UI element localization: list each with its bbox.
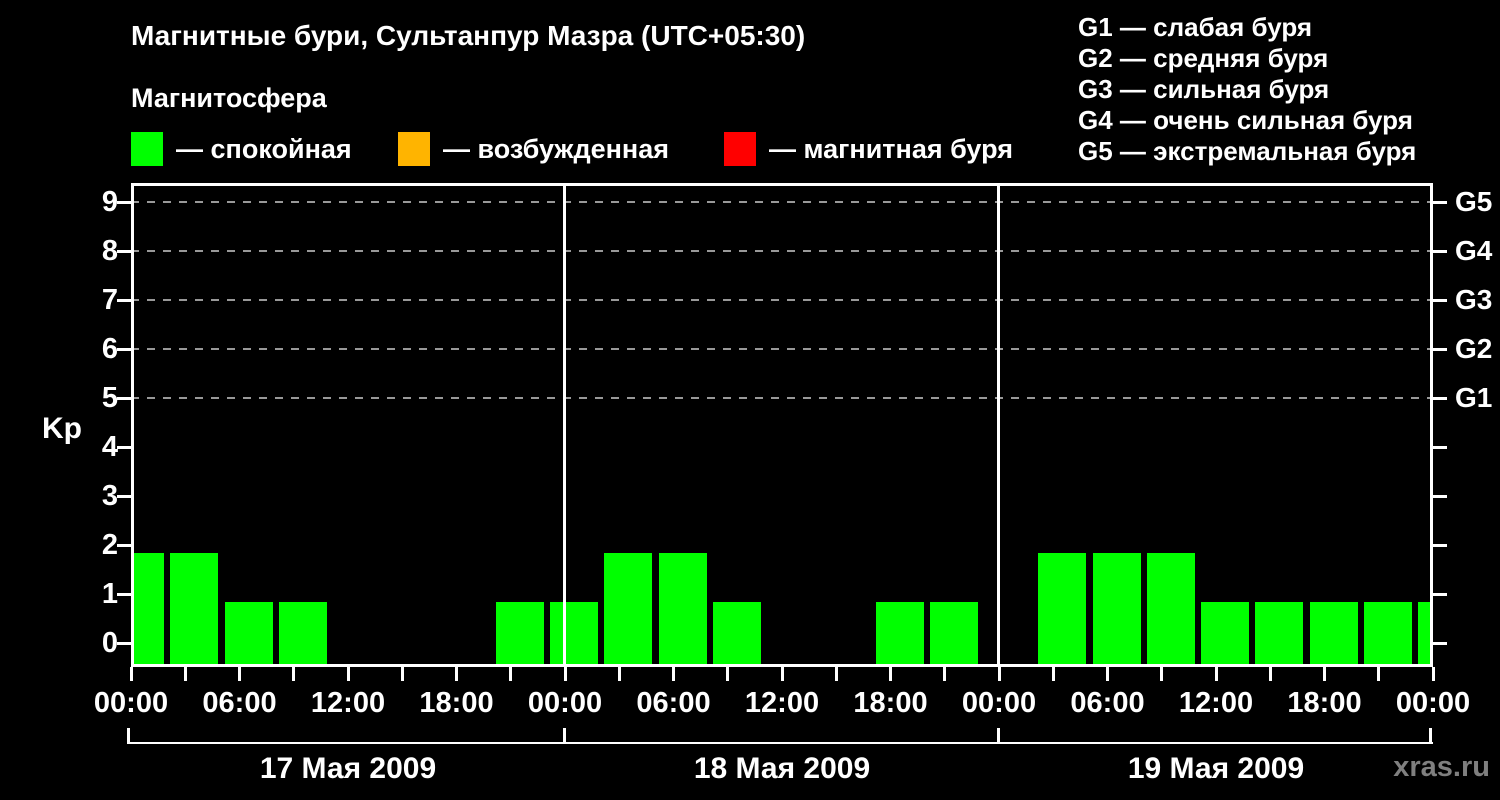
x-tick <box>1431 667 1435 681</box>
y-tick-right <box>1433 299 1447 302</box>
g-level-label: G3 <box>1455 284 1493 315</box>
date-axis-line <box>127 742 1433 744</box>
date-axis-tick <box>1429 728 1432 744</box>
y-tick-label: 9 <box>101 186 118 218</box>
xras-watermark[interactable]: xras.ru <box>1330 751 1490 784</box>
x-tick-label: 18:00 <box>853 687 928 719</box>
x-tick <box>726 667 730 681</box>
y-tick-right <box>1433 642 1447 645</box>
y-tick-left <box>117 299 131 302</box>
y-tick-label: 8 <box>101 235 118 267</box>
x-tick-label: 12:00 <box>310 687 386 719</box>
y-tick-right <box>1433 397 1447 400</box>
date-axis-tick <box>563 728 566 744</box>
y-tick-label: 4 <box>101 431 118 463</box>
x-tick <box>1377 667 1381 681</box>
g-level-label: G4 <box>1455 235 1493 266</box>
x-tick <box>834 667 838 681</box>
y-tick-right <box>1433 348 1447 351</box>
x-tick <box>400 667 404 681</box>
x-tick <box>346 667 350 681</box>
y-tick-left <box>117 250 131 253</box>
y-tick-label: 3 <box>101 480 118 512</box>
x-tick <box>889 667 892 681</box>
x-tick-label: 00:00 <box>961 687 1037 719</box>
x-tick <box>238 667 241 681</box>
g-level-label: G1 <box>1455 382 1493 413</box>
x-tick <box>617 667 621 681</box>
y-tick-label: 1 <box>101 578 118 610</box>
plot-border <box>131 183 1433 667</box>
g-level-label: G2 <box>1455 333 1493 364</box>
y-tick-label: 2 <box>101 529 118 561</box>
y-tick-right <box>1433 495 1447 498</box>
x-tick <box>1106 667 1109 681</box>
x-tick <box>292 667 296 681</box>
y-tick-label: 5 <box>101 382 118 414</box>
g-level-label: G5 <box>1455 186 1493 217</box>
y-tick-left <box>117 642 131 645</box>
date-label: 19 Мая 2009 <box>1127 752 1305 785</box>
x-tick <box>1323 667 1326 681</box>
date-label: 17 Мая 2009 <box>259 752 437 785</box>
x-tick <box>455 667 458 681</box>
y-tick-left <box>117 201 131 204</box>
x-tick <box>1051 667 1055 681</box>
kp-bar-chart: 0 1 2 3 4 5 6 7 8 9 G1 G2 G3 G4 G5 00:00 06:00 12:00 18:00… <box>0 0 1500 800</box>
y-tick-left <box>117 446 131 449</box>
x-tick <box>672 667 675 681</box>
y-tick-left <box>117 495 131 498</box>
y-tick-label: 6 <box>101 333 118 365</box>
y-tick-label: 0 <box>101 627 118 659</box>
y-tick-right <box>1433 593 1447 596</box>
x-tick <box>509 667 513 681</box>
x-tick <box>129 667 133 681</box>
x-tick-label: 12:00 <box>1178 687 1254 719</box>
date-axis-tick <box>127 728 130 744</box>
x-tick-label: 06:00 <box>636 687 711 719</box>
x-tick <box>1268 667 1272 681</box>
x-tick <box>183 667 187 681</box>
x-tick-label: 18:00 <box>419 687 494 719</box>
x-tick-label: 06:00 <box>202 687 277 719</box>
x-tick <box>997 667 1001 681</box>
y-tick-left <box>117 397 131 400</box>
x-tick <box>1160 667 1164 681</box>
date-axis-tick <box>997 728 1000 744</box>
x-tick-label: 00:00 <box>527 687 603 719</box>
y-tick-right <box>1433 201 1447 204</box>
x-tick-label: 00:00 <box>1395 687 1471 719</box>
x-tick-label: 00:00 <box>93 687 169 719</box>
x-tick-label: 06:00 <box>1070 687 1145 719</box>
x-tick <box>943 667 947 681</box>
y-tick-right <box>1433 446 1447 449</box>
y-tick-right <box>1433 544 1447 547</box>
y-tick-left <box>117 544 131 547</box>
magnetic-storm-page: { "header": { "title": "Магнитные бури, … <box>0 0 1500 800</box>
x-tick-label: 12:00 <box>744 687 820 719</box>
x-tick <box>780 667 784 681</box>
x-tick <box>563 667 567 681</box>
y-tick-left <box>117 593 131 596</box>
y-tick-right <box>1433 250 1447 253</box>
y-tick-left <box>117 348 131 351</box>
y-tick-label: 7 <box>101 284 118 316</box>
x-tick <box>1214 667 1218 681</box>
date-label: 18 Мая 2009 <box>693 752 871 785</box>
x-tick-label: 18:00 <box>1287 687 1362 719</box>
